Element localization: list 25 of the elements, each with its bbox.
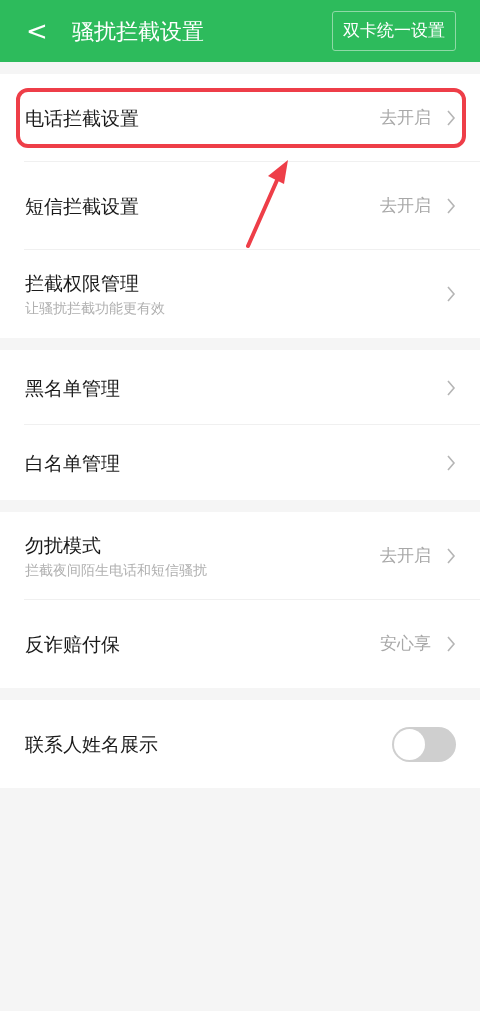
setting-title: 联系人姓名展示: [25, 732, 159, 757]
setting-title: 短信拦截设置: [25, 194, 140, 219]
setting-title: 黑名单管理: [25, 375, 121, 401]
chevron-right-icon: [446, 547, 456, 565]
setting-title: 白名单管理: [25, 450, 121, 476]
dual-sim-button[interactable]: 双卡统一设置: [332, 11, 456, 51]
toggle-switch[interactable]: [392, 726, 456, 762]
chevron-right-icon: [446, 285, 456, 303]
back-button[interactable]: <: [26, 11, 48, 51]
setting-value: 安心享: [380, 632, 431, 656]
setting-value: 去开启: [380, 194, 431, 218]
chevron-right-icon: [446, 197, 456, 215]
setting-title: 反诈赔付保: [25, 632, 121, 657]
setting-value: 去开启: [380, 544, 431, 568]
setting-title: 电话拦截设置: [25, 106, 140, 131]
page-title: 骚扰拦截设置: [71, 17, 205, 46]
chevron-right-icon: [446, 378, 456, 397]
setting-value: 去开启: [380, 106, 431, 130]
setting-title: 拦截权限管理: [25, 271, 140, 296]
setting-subtitle: 拦截夜间陌生电话和短信骚扰: [25, 561, 208, 580]
chevron-right-icon: [446, 635, 456, 653]
setting-subtitle: 让骚扰拦截功能更有效: [25, 299, 166, 318]
setting-title: 勿扰模式: [25, 533, 102, 558]
chevron-right-icon: [446, 109, 456, 127]
chevron-right-icon: [446, 453, 456, 472]
